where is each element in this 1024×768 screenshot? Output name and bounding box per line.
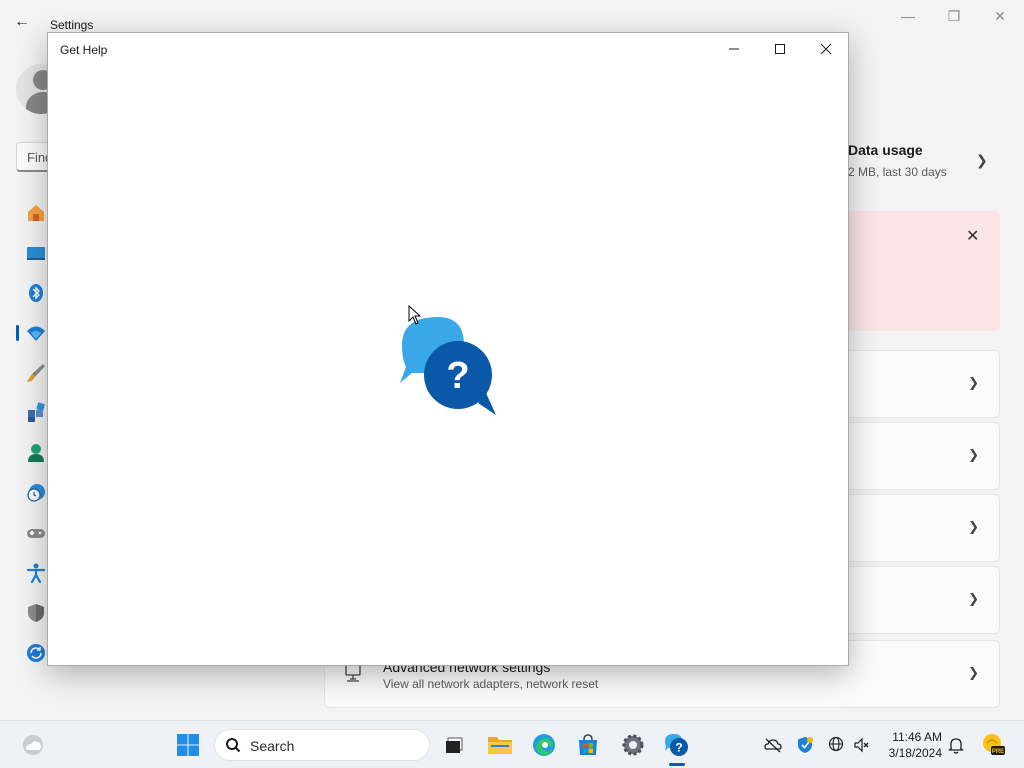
settings-title: Settings [50, 18, 94, 32]
clock-time: 11:46 AM [892, 730, 942, 744]
gaming-icon[interactable] [24, 521, 48, 545]
accessibility-icon[interactable] [24, 561, 48, 585]
nav-selected-indicator [16, 325, 19, 341]
clock-date: 3/18/2024 [888, 746, 942, 760]
chevron-right-icon: ❯ [968, 519, 979, 534]
network-globe-icon[interactable] [828, 736, 846, 754]
search-icon [225, 737, 241, 758]
taskbar-clock[interactable]: 11:46 AM 3/18/2024 [876, 729, 942, 761]
data-usage-subtitle: 2 MB, last 30 days [848, 165, 947, 179]
settings-card[interactable]: ❯ [848, 350, 1000, 418]
task-view-icon[interactable] [441, 732, 467, 758]
chevron-right-icon: ❯ [968, 375, 979, 390]
maximize-icon[interactable] [768, 39, 792, 59]
system-icon[interactable] [24, 241, 48, 265]
chevron-right-icon: ❯ [968, 665, 979, 680]
minimize-icon[interactable] [722, 39, 746, 59]
weather-icon[interactable] [20, 732, 46, 758]
network-adapter-icon [343, 663, 363, 688]
settings-card[interactable]: ❯ [848, 494, 1000, 562]
time-language-icon[interactable] [24, 481, 48, 505]
settings-card[interactable]: ❯ [848, 422, 1000, 490]
windows-update-icon[interactable] [24, 641, 48, 665]
wifi-icon[interactable] [24, 321, 48, 345]
start-icon[interactable] [175, 732, 201, 758]
home-icon[interactable] [24, 201, 48, 225]
onedrive-offline-icon[interactable] [764, 736, 782, 754]
file-explorer-icon[interactable] [487, 732, 513, 758]
taskbar-search-label: Search [250, 738, 295, 754]
minimize-icon[interactable]: — [898, 8, 918, 24]
settings-gear-icon[interactable] [620, 732, 646, 758]
edge-icon[interactable] [531, 732, 557, 758]
personalization-icon[interactable] [24, 361, 48, 385]
close-icon[interactable] [814, 39, 838, 59]
accounts-icon[interactable] [24, 441, 48, 465]
mouse-cursor-icon [408, 304, 422, 330]
back-arrow-icon[interactable]: ← [14, 13, 30, 31]
get-help-title: Get Help [60, 43, 108, 57]
help-taskbar-glyph: ? [675, 741, 682, 755]
bluetooth-icon[interactable] [24, 281, 48, 305]
taskbar: Search ? 11:46 AM 3/18/2024 PRE [0, 720, 1024, 768]
copilot-pre-icon[interactable]: PRE [981, 732, 1005, 756]
restore-icon[interactable]: ❐ [944, 8, 964, 25]
privacy-security-icon[interactable] [24, 601, 48, 625]
data-usage-item[interactable]: Data usage 2 MB, last 30 days [848, 142, 947, 179]
apps-icon[interactable] [24, 401, 48, 425]
microsoft-store-icon[interactable] [575, 732, 601, 758]
get-help-taskbar-icon[interactable]: ? [664, 732, 690, 758]
help-question-mark: ? [446, 355, 469, 397]
volume-muted-icon[interactable] [853, 736, 871, 754]
active-app-indicator [669, 763, 685, 766]
settings-card[interactable]: ❯ [848, 566, 1000, 634]
chevron-right-icon: ❯ [968, 591, 979, 606]
data-usage-title: Data usage [848, 142, 923, 158]
close-icon[interactable]: ✕ [990, 8, 1010, 25]
notification-bell-icon[interactable] [947, 736, 965, 754]
banner-close-icon[interactable]: ✕ [966, 226, 979, 246]
chevron-right-icon[interactable]: ❯ [976, 152, 988, 169]
settings-titlebar: ← Settings — ❐ ✕ [0, 0, 1024, 32]
svg-text:PRE: PRE [992, 749, 1004, 755]
advanced-network-subtitle: View all network adapters, network reset [383, 677, 599, 691]
get-help-window: Get Help ? [47, 32, 849, 666]
get-help-logo-icon: ? [398, 315, 500, 419]
chevron-right-icon: ❯ [968, 447, 979, 462]
windows-security-icon[interactable] [796, 736, 814, 754]
taskbar-search-box[interactable]: Search [214, 729, 430, 761]
